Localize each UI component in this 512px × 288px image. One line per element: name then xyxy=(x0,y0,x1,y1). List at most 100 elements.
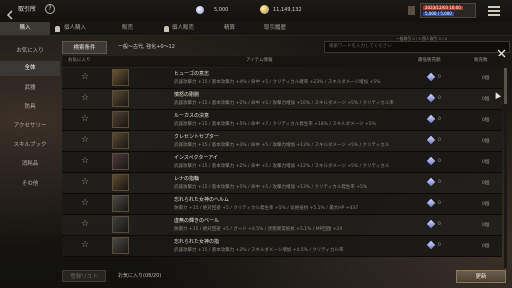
item-name: ルーカスの決意 xyxy=(174,113,210,119)
filter-summary: 一般〜古代, 強化+0〜12 xyxy=(118,44,175,50)
sidebar-item-all[interactable]: 全体 xyxy=(0,61,60,76)
gold-coin-icon xyxy=(260,5,269,14)
item-name: レナの指輪 xyxy=(174,176,200,182)
star-icon[interactable]: ☆ xyxy=(81,178,89,187)
filter-button[interactable]: 検索条件 xyxy=(62,41,107,54)
help-icon[interactable]: ? xyxy=(45,4,55,14)
back-icon[interactable] xyxy=(5,5,15,20)
item-stats: 武器攻撃力 +15 / 基本攻撃力 +5% / 命中 +5 / 攻撃力増加 +1… xyxy=(174,185,368,190)
table-row[interactable]: ☆ 虚無の輝きのベール 防御力 +15 / 絶対回避 +5 / ガード +4.5% … xyxy=(62,215,502,236)
table-row[interactable]: ☆ ルーカスの決意武器攻撃力 +15 / 基本攻撃力 +5% / 命中 +7 / … xyxy=(62,110,502,131)
star-icon[interactable]: ☆ xyxy=(81,73,89,82)
menu-icon[interactable] xyxy=(488,6,500,16)
sidebar-item-consumable[interactable]: 消耗品 xyxy=(0,157,60,172)
search-field[interactable]: 検索ワードを入力してください xyxy=(324,41,510,58)
table-row[interactable]: ☆ 忘れられた女神の指 武器攻撃力 +15 / 基本攻撃力 +2% / スキルダメー… xyxy=(62,236,502,257)
silver-coin-icon xyxy=(196,6,204,14)
window-title: 取引所 xyxy=(18,6,37,13)
column-limit: 販売数 xyxy=(474,58,488,63)
silver-amount: 5,000 xyxy=(214,7,229,13)
person-icon xyxy=(164,26,169,32)
favorites-count: お気に入り(08/20) xyxy=(118,273,162,279)
column-price: 最低販売額 xyxy=(418,58,441,63)
tab-personal-sell[interactable]: 個人販売 xyxy=(172,22,194,35)
item-name: クレセントセプター xyxy=(174,134,220,140)
min-price: 0 xyxy=(438,138,441,143)
item-stats: 防御力 +15 / 絶対回避 +5 / ガード +4.5% / 状態異常抵抗 +… xyxy=(174,227,343,232)
gem-icon xyxy=(426,156,436,166)
gem-icon xyxy=(426,114,436,124)
item-stats: 武器攻撃力 +15 / 基本攻撃力 +2% / 命中 +5 / 攻撃力増加 +1… xyxy=(174,164,390,169)
person-icon xyxy=(55,26,60,32)
star-icon[interactable]: ☆ xyxy=(81,115,89,124)
min-price: 0 xyxy=(438,201,441,206)
item-icon xyxy=(112,216,129,233)
title-bar: 取引所 ? 5,000 11,149,132 2023/12/03 16:00 … xyxy=(0,0,512,22)
star-icon[interactable]: ☆ xyxy=(81,241,89,250)
sell-count: 0個 xyxy=(482,139,490,144)
item-stats: 武器攻撃力 +15 / 基本攻撃力 +5% / 命中 +7 / クリティカル発生… xyxy=(174,122,376,127)
table-row[interactable]: ☆ 憤怒の剛腕武器攻撃力 +15 / 基本攻撃力 +2% / 命中 +5 / 攻撃… xyxy=(62,89,502,110)
search-placeholder: 検索ワードを入力してください xyxy=(329,44,392,49)
table-row[interactable]: ☆ 忘れられた女神のヘルム 防御力 +15 / 絶対回避 +5 / クリティカル発生… xyxy=(62,194,502,215)
column-favorite: お気に入り xyxy=(68,58,91,63)
star-icon[interactable]: ☆ xyxy=(81,199,89,208)
gem-icon xyxy=(426,198,436,208)
sell-count: 0個 xyxy=(482,160,490,165)
tab-buy[interactable]: 購入 xyxy=(0,22,50,35)
min-price: 0 xyxy=(438,159,441,164)
status-panel: 2023/12/03 16:00 5,000 / 5,000 xyxy=(420,3,476,18)
refresh-button[interactable]: 更新 xyxy=(456,270,506,283)
register-list-button[interactable]: 登録リスト xyxy=(62,270,106,282)
item-icon xyxy=(112,111,129,128)
sidebar-item-other[interactable]: その他 xyxy=(0,177,60,192)
gem-icon xyxy=(426,72,436,82)
column-item: アイテム情報 xyxy=(246,58,273,63)
star-icon[interactable]: ☆ xyxy=(81,136,89,145)
gem-icon xyxy=(426,219,436,229)
scrollbar[interactable] xyxy=(504,68,507,268)
item-icon xyxy=(112,132,129,149)
min-price: 0 xyxy=(438,180,441,185)
tab-history[interactable]: 取引履歴 xyxy=(264,22,286,35)
star-icon[interactable]: ☆ xyxy=(81,157,89,166)
sell-count: 0個 xyxy=(482,118,490,123)
min-price: 0 xyxy=(438,222,441,227)
table-row[interactable]: ☆ クレセントセプター 武器攻撃力 +15 / 基本攻撃力 +3% / 命中 +5 … xyxy=(62,131,502,152)
item-name: ヒューゴの意志 xyxy=(174,71,210,77)
gold-amount: 11,149,132 xyxy=(273,7,302,13)
sidebar-item-skillbook[interactable]: スキルブック xyxy=(0,138,60,153)
gem-icon xyxy=(426,177,436,187)
sell-count: 0個 xyxy=(482,97,490,102)
sidebar-item-favorites[interactable]: お気に入り xyxy=(0,44,60,59)
star-icon[interactable]: ☆ xyxy=(81,94,89,103)
sidebar-item-armor[interactable]: 防具 xyxy=(0,100,60,115)
sell-count: 0個 xyxy=(482,244,490,249)
filter-bar: 検索条件 一般〜古代, 強化+0〜12 検索ワードを入力してください xyxy=(62,41,510,58)
min-price: 0 xyxy=(438,96,441,101)
tab-sell[interactable]: 販売 xyxy=(122,22,133,35)
table-header: お気に入り アイテム情報 最低販売額 販売数 xyxy=(62,56,502,67)
tab-personal-buy[interactable]: 個人購入 xyxy=(64,22,86,35)
min-price: 0 xyxy=(438,117,441,122)
gem-icon xyxy=(426,135,436,145)
sidebar-item-weapon[interactable]: 武器 xyxy=(0,81,60,96)
item-stats: 防御力 +15 / 絶対回避 +5 / クリティカル発生率 +5% / 気絶抵抗… xyxy=(174,206,359,211)
item-icon xyxy=(112,237,129,254)
table-row[interactable]: ☆ レナの指輪武器攻撃力 +15 / 基本攻撃力 +5% / 命中 +5 / 攻撃… xyxy=(62,173,502,194)
tab-settlement[interactable]: 精算 xyxy=(224,22,235,35)
item-name: 憤怒の剛腕 xyxy=(174,92,200,98)
star-icon[interactable]: ☆ xyxy=(81,220,89,229)
item-stats: 武器攻撃力 +15 / 基本攻撃力 +2% / 命中 +5 / 攻撃力増加 +1… xyxy=(174,101,394,106)
status-line-1: 2023/12/03 16:00 xyxy=(423,5,463,10)
sidebar-item-accessory[interactable]: アクセサリー xyxy=(0,119,60,134)
scrollbar-thumb[interactable] xyxy=(504,68,507,104)
sell-count: 0個 xyxy=(482,76,490,81)
min-price: 0 xyxy=(438,243,441,248)
close-icon[interactable] xyxy=(497,43,506,58)
table-row[interactable]: ☆ ヒューゴの意志 武器攻撃力 +15 / 基本攻撃力 +4% / 命中 +5 / … xyxy=(62,68,502,89)
status-line-2: 5,000 / 5,000 xyxy=(423,11,454,16)
item-stats: 武器攻撃力 +15 / 基本攻撃力 +2% / スキルダメージ増加 +4.5% … xyxy=(174,248,344,253)
table-row[interactable]: ☆ インスペクターアイ 武器攻撃力 +15 / 基本攻撃力 +2% / 命中 +5 … xyxy=(62,152,502,173)
sell-count: 0個 xyxy=(482,181,490,186)
